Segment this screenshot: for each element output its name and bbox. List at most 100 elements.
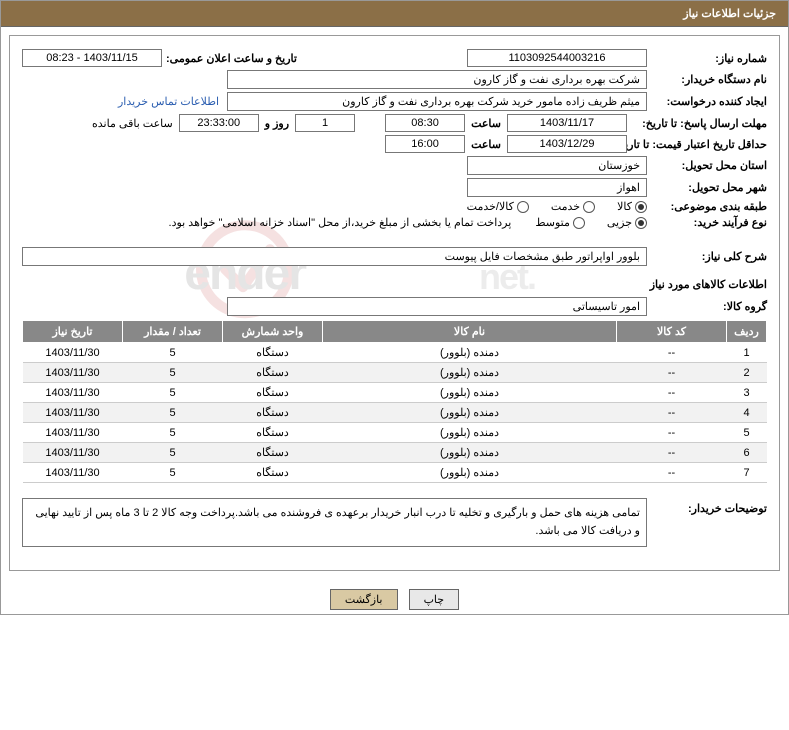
table-row: 7--دمنده (بلوور)دستگاه51403/11/30 xyxy=(23,463,767,483)
table-cell: دمنده (بلوور) xyxy=(323,443,617,463)
table-cell: 5 xyxy=(123,463,223,483)
table-cell: 1403/11/30 xyxy=(23,463,123,483)
table-cell: 7 xyxy=(727,463,767,483)
table-cell: -- xyxy=(617,463,727,483)
desc-label: شرح کلی نیاز: xyxy=(647,250,767,263)
validity-label: حداقل تاریخ اعتبار قیمت: تا تاریخ: xyxy=(627,138,767,151)
category-radio-group: کالا خدمت کالا/خدمت xyxy=(449,200,647,213)
table-cell: 5 xyxy=(727,423,767,443)
city-label: شهر محل تحویل: xyxy=(647,181,767,194)
deadline-hour: 08:30 xyxy=(385,114,465,132)
table-cell: 1403/11/30 xyxy=(23,403,123,423)
radio-small-label: جزیی xyxy=(607,216,632,229)
group-label: گروه کالا: xyxy=(647,300,767,313)
table-cell: 6 xyxy=(727,443,767,463)
table-row: 2--دمنده (بلوور)دستگاه51403/11/30 xyxy=(23,363,767,383)
remaining-days: 1 xyxy=(295,114,355,132)
radio-small[interactable]: جزیی xyxy=(607,216,647,229)
table-cell: دستگاه xyxy=(223,423,323,443)
table-cell: دمنده (بلوور) xyxy=(323,383,617,403)
announce-label: تاریخ و ساعت اعلان عمومی: xyxy=(162,52,297,65)
table-cell: -- xyxy=(617,383,727,403)
radio-service[interactable]: خدمت xyxy=(551,200,595,213)
content-panel: AriaTender .net شماره نیاز: 110309254400… xyxy=(9,35,780,571)
table-cell: 5 xyxy=(123,363,223,383)
table-cell: 3 xyxy=(727,383,767,403)
creator-value: میثم ظریف زاده مامور خرید شرکت بهره بردا… xyxy=(227,92,647,111)
th-unit: واحد شمارش xyxy=(223,321,323,343)
request-number-value: 1103092544003216 xyxy=(467,49,647,67)
table-row: 3--دمنده (بلوور)دستگاه51403/11/30 xyxy=(23,383,767,403)
table-cell: -- xyxy=(617,423,727,443)
buyer-notes-value: تمامی هزینه های حمل و بارگیری و تخلیه تا… xyxy=(22,498,647,547)
table-cell: دستگاه xyxy=(223,443,323,463)
table-cell: 1403/11/30 xyxy=(23,383,123,403)
radio-medium[interactable]: متوسط xyxy=(535,216,585,229)
category-label: طبقه بندی موضوعی: xyxy=(647,200,767,213)
group-value: امور تاسیساتی xyxy=(227,297,647,316)
radio-goods-service-circle xyxy=(517,201,529,213)
print-button[interactable]: چاپ xyxy=(409,589,460,610)
radio-small-circle xyxy=(635,217,647,229)
deadline-label: مهلت ارسال پاسخ: تا تاریخ: xyxy=(627,117,767,130)
table-cell: 5 xyxy=(123,383,223,403)
table-cell: دمنده (بلوور) xyxy=(323,343,617,363)
province-label: استان محل تحویل: xyxy=(647,159,767,172)
table-cell: 1 xyxy=(727,343,767,363)
table-cell: 5 xyxy=(123,403,223,423)
table-cell: 4 xyxy=(727,403,767,423)
validity-hour: 16:00 xyxy=(385,135,465,153)
table-row: 4--دمنده (بلوور)دستگاه51403/11/30 xyxy=(23,403,767,423)
province-value: خوزستان xyxy=(467,156,647,175)
hour-label-1: ساعت xyxy=(465,117,507,130)
table-cell: -- xyxy=(617,343,727,363)
goods-table: ردیف کد کالا نام کالا واحد شمارش تعداد /… xyxy=(22,320,767,483)
table-cell: دستگاه xyxy=(223,403,323,423)
creator-label: ایجاد کننده درخواست: xyxy=(647,95,767,108)
table-cell: -- xyxy=(617,403,727,423)
goods-section-title: اطلاعات کالاهای مورد نیاز xyxy=(22,278,767,291)
buyer-value: شرکت بهره برداری نفت و گاز کارون xyxy=(227,70,647,89)
table-cell: 5 xyxy=(123,423,223,443)
table-cell: دمنده (بلوور) xyxy=(323,463,617,483)
remaining-time: 23:33:00 xyxy=(179,114,259,132)
page-title-bar: جزئیات اطلاعات نیاز xyxy=(1,1,788,27)
table-cell: دستگاه xyxy=(223,383,323,403)
page-title: جزئیات اطلاعات نیاز xyxy=(683,8,776,20)
payment-note: پرداخت تمام یا بخشی از مبلغ خرید،از محل … xyxy=(22,216,517,229)
announce-value: 1403/11/15 - 08:23 xyxy=(22,49,162,67)
radio-goods-circle xyxy=(635,201,647,213)
deadline-date: 1403/11/17 xyxy=(507,114,627,132)
table-cell: -- xyxy=(617,363,727,383)
desc-value: بلوور اواپراتور طبق مشخصات فایل پیوست xyxy=(22,247,647,266)
table-cell: 5 xyxy=(123,443,223,463)
table-cell: دمنده (بلوور) xyxy=(323,363,617,383)
buyer-label: نام دستگاه خریدار: xyxy=(647,73,767,86)
radio-goods-label: کالا xyxy=(617,200,632,213)
table-cell: دستگاه xyxy=(223,343,323,363)
buyer-notes-label: توضیحات خریدار: xyxy=(647,498,767,515)
table-cell: دمنده (بلوور) xyxy=(323,423,617,443)
radio-goods-service[interactable]: کالا/خدمت xyxy=(467,200,529,213)
th-code: کد کالا xyxy=(617,321,727,343)
table-cell: 2 xyxy=(727,363,767,383)
page-container: جزئیات اطلاعات نیاز AriaTender .net شمار… xyxy=(0,0,789,615)
back-button[interactable]: بازگشت xyxy=(330,589,398,610)
table-cell: دمنده (بلوور) xyxy=(323,403,617,423)
th-row: ردیف xyxy=(727,321,767,343)
table-row: 5--دمنده (بلوور)دستگاه51403/11/30 xyxy=(23,423,767,443)
table-cell: دستگاه xyxy=(223,363,323,383)
table-cell: 1403/11/30 xyxy=(23,343,123,363)
table-cell: 5 xyxy=(123,343,223,363)
contact-buyer-link[interactable]: اطلاعات تماس خریدار xyxy=(118,95,227,108)
radio-goods[interactable]: کالا xyxy=(617,200,647,213)
th-name: نام کالا xyxy=(323,321,617,343)
city-value: اهواز xyxy=(467,178,647,197)
purchase-type-radio-group: جزیی متوسط xyxy=(517,216,647,229)
validity-date: 1403/12/29 xyxy=(507,135,627,153)
days-label: روز و xyxy=(259,117,295,130)
table-cell: 1403/11/30 xyxy=(23,363,123,383)
radio-medium-label: متوسط xyxy=(535,216,570,229)
radio-medium-circle xyxy=(573,217,585,229)
request-number-label: شماره نیاز: xyxy=(647,52,767,65)
